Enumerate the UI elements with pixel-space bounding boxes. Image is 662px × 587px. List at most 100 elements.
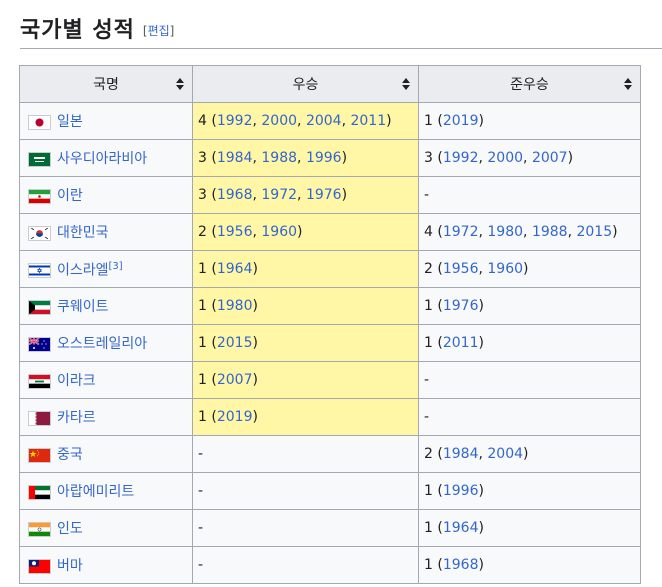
year-link[interactable]: 1976	[443, 298, 479, 314]
kuwait-flag-icon[interactable]	[28, 299, 51, 315]
runners-up-count: 1	[424, 520, 433, 536]
country-link[interactable]: 이란	[57, 188, 83, 204]
country-link[interactable]: 사우디아라비아	[57, 151, 147, 167]
runners-up-count: -	[424, 372, 430, 388]
year-link[interactable]: 1976	[306, 187, 342, 203]
edit-section: [편집]	[142, 24, 175, 38]
year-link[interactable]: 2000	[487, 150, 523, 166]
australia-flag-icon[interactable]	[28, 336, 51, 352]
year-link[interactable]: 1964	[443, 520, 479, 536]
burma-flag-icon[interactable]	[28, 558, 51, 574]
sort-icon[interactable]	[402, 77, 410, 91]
edit-section-link[interactable]: 편집	[148, 24, 170, 38]
year-link[interactable]: 2011	[443, 335, 479, 351]
country-link[interactable]: 쿠웨이트	[57, 299, 109, 315]
country-cell: 이란	[19, 176, 193, 214]
section-title: 국가별 성적	[20, 18, 135, 43]
year-link[interactable]: 1992	[443, 150, 479, 166]
country-cell: 사우디아라비아	[19, 139, 193, 177]
runners-up-count: 1	[424, 298, 433, 314]
sort-icon[interactable]	[624, 77, 632, 91]
year-link[interactable]: 1972	[443, 224, 479, 240]
country-cell: 이스라엘[3]	[19, 250, 193, 288]
year-link[interactable]: 1992	[217, 113, 253, 129]
reference-link[interactable]: [3]	[109, 261, 123, 272]
runners-up-cell: 1 (1964)	[418, 509, 641, 547]
year-link[interactable]: 1956	[443, 261, 479, 277]
country-link[interactable]: 버마	[57, 558, 83, 574]
table-row: 사우디아라비아 3 (1984, 1988, 1996) 3 (1992, 2000…	[19, 139, 641, 177]
south-korea-flag-icon[interactable]	[28, 225, 51, 241]
country-link[interactable]: 대한민국	[57, 225, 109, 241]
year-link[interactable]: 1988	[261, 150, 297, 166]
table-row: 대한민국 2 (1956, 1960) 4 (1972, 1980, 1988, 2…	[19, 213, 641, 251]
country-link[interactable]: 이라크	[57, 373, 96, 389]
uae-flag-icon[interactable]	[28, 484, 51, 500]
column-header-winners[interactable]: 우승	[192, 65, 419, 103]
year-link[interactable]: 1968	[443, 557, 479, 573]
year-link[interactable]: 1968	[217, 187, 253, 203]
table-body: 일본 4 (1992, 2000, 2004, 2011) 1 (2019) 사우디아…	[19, 102, 641, 584]
china-flag-icon[interactable]	[28, 447, 51, 463]
year-link[interactable]: 1980	[217, 298, 253, 314]
country-link[interactable]: 이스라엘	[57, 263, 109, 279]
runners-up-cell: -	[418, 176, 641, 214]
winners-cell: 2 (1956, 1960)	[192, 213, 419, 251]
year-link[interactable]: 1996	[443, 483, 479, 499]
iraq-flag-icon[interactable]	[28, 373, 51, 389]
year-link[interactable]: 2011	[350, 113, 386, 129]
country-link[interactable]: 중국	[57, 447, 83, 463]
year-link[interactable]: 1956	[217, 224, 253, 240]
year-link[interactable]: 2015	[217, 335, 253, 351]
year-link[interactable]: 2007	[217, 372, 253, 388]
year-link[interactable]: 1960	[261, 224, 297, 240]
year-link[interactable]: 1984	[443, 446, 479, 462]
country-link[interactable]: 일본	[57, 114, 83, 130]
winners-cell: 4 (1992, 2000, 2004, 2011)	[192, 102, 419, 140]
year-link[interactable]: 1984	[217, 150, 253, 166]
winners-cell: 1 (2015)	[192, 324, 419, 362]
year-link[interactable]: 2019	[217, 409, 253, 425]
runners-up-count: 1	[424, 557, 433, 573]
table-row: 오스트레일리아 1 (2015) 1 (2011)	[19, 324, 641, 362]
year-link[interactable]: 1964	[217, 261, 253, 277]
runners-up-count: -	[424, 187, 430, 203]
table-row: 버마 - 1 (1968)	[19, 546, 641, 584]
table-row: 중국 - 2 (1984, 2004)	[19, 435, 641, 473]
qatar-flag-icon[interactable]	[28, 410, 51, 426]
winners-count: 1	[198, 372, 207, 388]
year-link[interactable]: 2004	[487, 446, 523, 462]
saudi-arabia-flag-icon[interactable]	[28, 151, 51, 167]
year-link[interactable]: 2015	[576, 224, 612, 240]
winners-count: 1	[198, 409, 207, 425]
column-header-country[interactable]: 국명	[19, 65, 193, 103]
iran-flag-icon[interactable]	[28, 188, 51, 204]
japan-flag-icon[interactable]	[28, 114, 51, 130]
year-link[interactable]: 2019	[443, 113, 479, 129]
country-link[interactable]: 오스트레일리아	[57, 336, 147, 352]
sort-icon[interactable]	[176, 77, 184, 91]
year-link[interactable]: 2007	[532, 150, 568, 166]
india-flag-icon[interactable]	[28, 521, 51, 537]
column-header-runners-up[interactable]: 준우승	[418, 65, 641, 103]
year-link[interactable]: 2004	[306, 113, 342, 129]
year-link[interactable]: 1972	[261, 187, 297, 203]
year-link[interactable]: 1996	[306, 150, 342, 166]
runners-up-cell: 1 (2019)	[418, 102, 641, 140]
year-link[interactable]: 1980	[487, 224, 523, 240]
runners-up-cell: 3 (1992, 2000, 2007)	[418, 139, 641, 177]
country-link[interactable]: 카타르	[57, 410, 96, 426]
year-link[interactable]: 1960	[487, 261, 523, 277]
runners-up-cell: 1 (1996)	[418, 472, 641, 510]
runners-up-count: 4	[424, 224, 433, 240]
year-link[interactable]: 2000	[261, 113, 297, 129]
winners-count: 1	[198, 261, 207, 277]
section-heading: 국가별 성적 [편집]	[20, 14, 662, 49]
country-link[interactable]: 아랍에미리트	[57, 484, 134, 500]
year-link[interactable]: 1988	[532, 224, 568, 240]
israel-flag-icon[interactable]	[28, 263, 51, 279]
country-link[interactable]: 인도	[57, 521, 83, 537]
country-cell: 카타르	[19, 398, 193, 436]
runners-up-cell: 4 (1972, 1980, 1988, 2015)	[418, 213, 641, 251]
runners-up-cell: -	[418, 361, 641, 399]
